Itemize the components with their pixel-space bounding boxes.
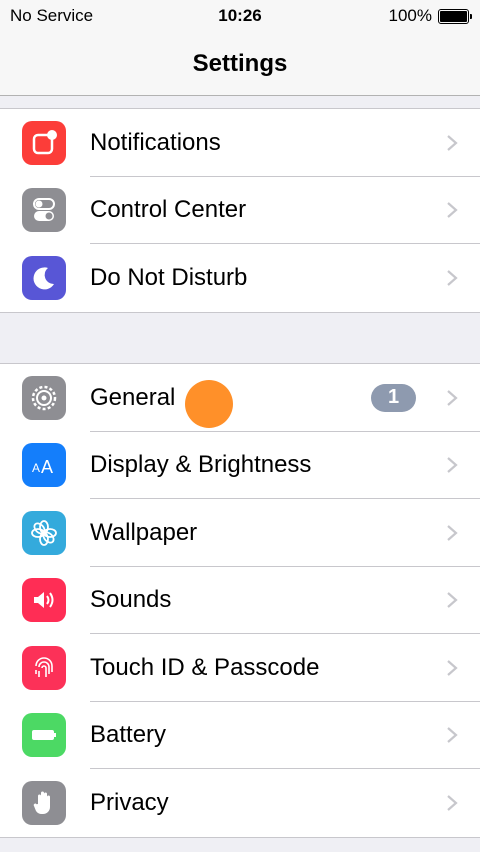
settings-row-label: Wallpaper — [90, 518, 198, 546]
settings-row-label: Touch ID & Passcode — [90, 653, 320, 681]
page-title: Settings — [192, 49, 288, 77]
status-bar: No Service 10:26 100% — [0, 0, 480, 32]
hand-icon — [22, 780, 66, 825]
chevron-right-icon — [447, 524, 458, 541]
settings-row-label: Sounds — [90, 586, 172, 614]
settings-row-sounds[interactable]: Sounds — [0, 567, 480, 634]
battery-percentage: 100% — [388, 6, 432, 25]
chevron-right-icon — [447, 202, 458, 219]
settings-row-label: Display & Brightness — [90, 451, 312, 479]
chevron-right-icon — [447, 389, 458, 406]
settings-row-general[interactable]: General 1 — [0, 364, 480, 432]
fingerprint-icon — [22, 645, 66, 690]
wallpaper-icon — [22, 510, 66, 555]
settings-row-label: Privacy — [90, 788, 169, 816]
settings-group-2: General 1 AA Display & Brightness Wallpa… — [0, 363, 480, 838]
battery-level-icon — [438, 8, 472, 24]
touch-indicator — [185, 380, 233, 428]
battery-status: 100% — [389, 6, 472, 26]
settings-row-label: General — [90, 383, 176, 411]
chevron-right-icon — [447, 134, 458, 151]
moon-icon — [22, 255, 66, 300]
carrier-label: No Service — [10, 6, 94, 25]
settings-row-label: Battery — [90, 721, 167, 749]
control-center-icon — [22, 188, 66, 233]
settings-row-display-brightness[interactable]: AA Display & Brightness — [0, 432, 480, 499]
navigation-bar: Settings — [0, 32, 480, 96]
battery-icon — [22, 713, 66, 758]
settings-row-notifications[interactable]: Notifications — [0, 109, 480, 177]
settings-row-label: Control Center — [90, 196, 247, 224]
chevron-right-icon — [447, 592, 458, 609]
notifications-icon — [22, 120, 66, 165]
chevron-right-icon — [447, 727, 458, 744]
settings-row-label: Notifications — [90, 128, 221, 156]
settings-group-1: Notifications Control Center Do Not Dist… — [0, 108, 480, 313]
chevron-right-icon — [447, 457, 458, 474]
display-brightness-icon: AA — [22, 443, 66, 488]
settings-row-wallpaper[interactable]: Wallpaper — [0, 499, 480, 567]
speaker-icon — [22, 578, 66, 623]
settings-row-label: Do Not Disturb — [90, 263, 248, 291]
settings-row-control-center[interactable]: Control Center — [0, 177, 480, 244]
svg-text:A: A — [32, 461, 40, 475]
chevron-right-icon — [447, 659, 458, 676]
chevron-right-icon — [447, 794, 458, 811]
chevron-right-icon — [447, 269, 458, 286]
settings-row-privacy[interactable]: Privacy — [0, 769, 480, 837]
settings-row-touch-id-passcode[interactable]: Touch ID & Passcode — [0, 634, 480, 702]
gear-icon — [22, 375, 66, 420]
svg-text:A: A — [41, 457, 53, 477]
update-count-badge: 1 — [371, 383, 416, 412]
settings-row-do-not-disturb[interactable]: Do Not Disturb — [0, 244, 480, 312]
settings-row-battery[interactable]: Battery — [0, 702, 480, 769]
